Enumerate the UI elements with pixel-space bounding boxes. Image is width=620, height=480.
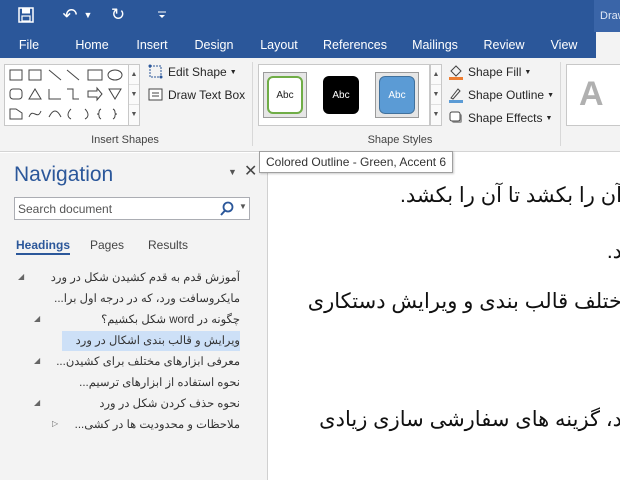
ribbon-tabs: File Home Insert Design Layout Reference… [0, 32, 620, 58]
document-line: آن را بکشد تا آن را بکشد. [400, 184, 620, 207]
chevron-down-icon: ▼ [547, 91, 554, 99]
navigation-title: Navigation [14, 163, 114, 186]
drawing-tools-context-label: Draw [594, 0, 620, 32]
navigation-pane: Navigation ▼ ✕ ▼ Headings Pages Results … [0, 153, 268, 480]
heading-item[interactable]: نحوه استفاده از ابزارهای ترسیم... [56, 373, 240, 393]
customize-qat-icon[interactable] [152, 4, 172, 26]
shapes-gallery[interactable] [4, 64, 138, 126]
search-box[interactable]: ▼ [14, 197, 250, 220]
tab-mailings[interactable]: Mailings [404, 32, 466, 58]
shape-outline-label: Shape Outline [468, 88, 545, 102]
wordart-letter: A [579, 75, 604, 113]
chevron-down-icon: ▼ [545, 114, 553, 122]
repeat-icon[interactable]: ↻ [106, 4, 130, 26]
chevron-down-icon: ▼ [229, 68, 237, 76]
edit-shape-label: Edit Shape [168, 65, 227, 79]
collapse-triangle-icon[interactable]: ◢ [34, 398, 40, 407]
ribbon: ▲ ▼ ▼ Edit Shape ▼ Draw Text Box Insert … [0, 58, 620, 205]
heading-item-selected[interactable]: ویرایش و قالب بندی اشکال در ورد [62, 331, 240, 351]
tab-headings[interactable]: Headings [16, 238, 71, 255]
group-divider [252, 62, 253, 146]
expand-triangle-icon[interactable]: ▷ [52, 419, 58, 428]
swatch-blue-preview: Abc [379, 76, 415, 114]
heading-item[interactable]: ملاحظات و محدودیت ها در کشی... [66, 415, 240, 435]
group-divider [560, 62, 561, 146]
chevron-down-icon: ▼ [524, 68, 532, 76]
search-input[interactable] [15, 198, 215, 219]
shape-outline-button[interactable]: Shape Outline ▼ [448, 85, 554, 105]
swatch-black-preview: Abc [323, 76, 359, 114]
scroll-up-icon[interactable]: ▲ [431, 65, 441, 85]
text-box-icon [148, 87, 164, 103]
shape-fill-button[interactable]: Shape Fill ▼ [448, 62, 531, 82]
draw-text-box-button[interactable]: Draw Text Box [148, 85, 245, 105]
swatch-green-outline-preview: Abc [267, 76, 303, 114]
scroll-down-icon[interactable]: ▼ [129, 85, 139, 105]
collapse-triangle-icon[interactable]: ◢ [34, 356, 40, 365]
edit-shape-button[interactable]: Edit Shape ▼ [148, 62, 237, 82]
undo-icon[interactable]: ↶ [58, 4, 82, 26]
shape-effects-button[interactable]: Shape Effects ▼ [448, 108, 552, 128]
style-swatch-black[interactable]: Abc [319, 72, 363, 118]
save-icon[interactable] [14, 4, 38, 26]
more-styles-icon[interactable]: ▼ [431, 105, 441, 125]
tab-view[interactable]: View [542, 32, 586, 58]
tab-pages[interactable]: Pages [90, 238, 124, 252]
edit-shape-icon [148, 64, 164, 80]
heading-item[interactable]: آموزش قدم به قدم کشیدن شکل در ورد [40, 268, 240, 288]
heading-item[interactable]: معرفی ابزارهای مختلف برای کشیدن... [56, 352, 240, 372]
tab-insert[interactable]: Insert [128, 32, 176, 58]
scroll-down-icon[interactable]: ▼ [431, 85, 441, 105]
tab-results[interactable]: Results [148, 238, 188, 252]
tab-file[interactable]: File [6, 32, 52, 58]
shape-styles-group-label: Shape Styles [367, 134, 433, 146]
undo-dropdown-icon[interactable]: ▼ [82, 4, 94, 26]
document-line: د، گزینه های سفارشی سازی زیادی [319, 408, 620, 431]
tab-home[interactable]: Home [68, 32, 116, 58]
document-page[interactable]: آن را بکشد تا آن را بکشد. د. ختلف قالب ب… [269, 153, 620, 480]
draw-text-box-label: Draw Text Box [168, 88, 246, 102]
shape-fill-label: Shape Fill [468, 65, 522, 79]
tab-layout[interactable]: Layout [252, 32, 306, 58]
heading-item[interactable]: مایکروسافت ورد، که در درجه اول برا... [40, 289, 240, 309]
document-line: د. [606, 240, 620, 263]
tab-review[interactable]: Review [478, 32, 530, 58]
tab-references[interactable]: References [318, 32, 392, 58]
collapse-triangle-icon[interactable]: ◢ [34, 314, 40, 323]
tab-design[interactable]: Design [188, 32, 240, 58]
style-tooltip: Colored Outline - Green, Accent 6 [259, 151, 454, 173]
insert-shapes-group-label: Insert Shapes [91, 134, 159, 146]
search-options-icon[interactable]: ▼ [239, 202, 247, 211]
scroll-up-icon[interactable]: ▲ [129, 65, 139, 85]
pane-options-icon[interactable]: ▼ [228, 167, 237, 177]
paint-bucket-icon [448, 64, 464, 80]
collapse-triangle-icon[interactable]: ◢ [18, 272, 24, 281]
title-bar: ↶ ▼ ↻ Draw [0, 0, 620, 32]
document-line: ختلف قالب بندی و ویرایش دستکاری [307, 290, 620, 313]
shape-styles-gallery[interactable]: Abc Abc Abc [258, 64, 430, 126]
search-icon[interactable] [219, 201, 235, 217]
heading-item[interactable]: چگونه در word شکل بکشیم؟ [56, 310, 240, 330]
style-swatch-blue[interactable]: Abc [375, 72, 419, 118]
style-swatch-green-outline[interactable]: Abc [263, 72, 307, 118]
shape-effects-label: Shape Effects [468, 111, 543, 125]
more-shapes-icon[interactable]: ▼ [129, 105, 139, 125]
heading-item[interactable]: نحوه حذف کردن شکل در ورد [56, 394, 240, 414]
shapes-gallery-scroll[interactable]: ▲ ▼ ▼ [128, 64, 140, 126]
textbox-shape-icon [9, 69, 23, 81]
pen-outline-icon [448, 87, 464, 103]
tab-format[interactable] [596, 32, 620, 58]
close-icon[interactable]: ✕ [244, 161, 257, 181]
styles-gallery-scroll[interactable]: ▲ ▼ ▼ [430, 64, 442, 126]
shape-effects-icon [448, 110, 464, 126]
wordart-gallery[interactable]: A [566, 64, 620, 126]
